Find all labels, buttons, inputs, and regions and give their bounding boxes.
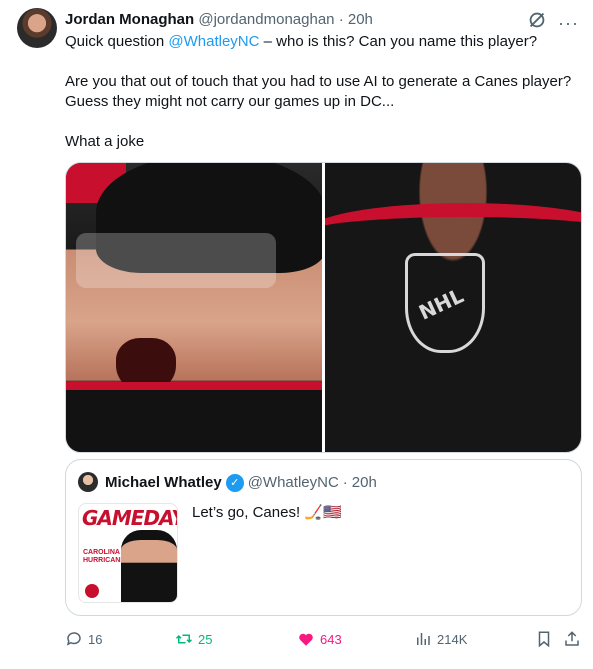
tweet-actions: 16 25 643 214K xyxy=(65,628,583,650)
mention-link[interactable]: @WhatleyNC xyxy=(168,33,259,50)
views-count: 214K xyxy=(437,631,468,647)
quote-header: Michael Whatley ✓ @WhatleyNC · 20h xyxy=(105,473,377,493)
quoted-tweet[interactable]: Michael Whatley ✓ @WhatleyNC · 20h GAMED… xyxy=(65,459,582,616)
retweet-button[interactable]: 25 xyxy=(175,628,212,650)
heart-icon xyxy=(299,633,313,646)
more-icon[interactable]: ··· xyxy=(558,13,579,33)
like-button[interactable]: 643 xyxy=(297,628,342,650)
media-image-nhl-logo[interactable] xyxy=(325,163,581,452)
share-icon xyxy=(565,631,579,646)
tweet-text-para3: What a joke xyxy=(65,133,145,150)
tweet-text-line1: Quick question @WhatleyNC – who is this?… xyxy=(65,32,585,52)
quote-text: Let’s go, Canes! 🏒🇺🇸 xyxy=(192,504,342,521)
quote-time: 20h xyxy=(351,474,377,491)
tweet-time[interactable]: 20h xyxy=(348,11,373,28)
reply-button[interactable]: 16 xyxy=(65,628,102,650)
media-image-player-face[interactable] xyxy=(66,163,322,452)
author-avatar[interactable] xyxy=(17,8,57,48)
retweet-icon xyxy=(175,634,193,644)
text-suffix: – who is this? Can you name this player? xyxy=(259,33,538,50)
thumb-title: GAMEDAY xyxy=(82,506,178,530)
author-name[interactable]: Jordan Monaghan xyxy=(65,11,194,28)
verified-icon: ✓ xyxy=(225,474,244,492)
author-handle[interactable]: @jordandmonaghan xyxy=(198,11,334,28)
tweet-header: Jordan Monaghan @jordandmonaghan · 20h xyxy=(65,10,373,30)
quote-separator-dot: · xyxy=(342,474,348,491)
views-button[interactable]: 214K xyxy=(414,628,467,650)
share-button[interactable] xyxy=(563,628,581,650)
tweet-media xyxy=(65,162,582,453)
quote-author-handle: @WhatleyNC xyxy=(247,474,339,491)
nhl-shield-icon xyxy=(405,253,485,353)
tweet-text-para2: Are you that out of touch that you had t… xyxy=(65,73,572,110)
reply-icon xyxy=(66,632,81,646)
like-count: 643 xyxy=(320,631,342,647)
bookmark-button[interactable] xyxy=(535,628,553,650)
views-icon xyxy=(417,633,430,645)
text-prefix: Quick question xyxy=(65,33,169,50)
quote-author-name: Michael Whatley xyxy=(105,474,222,491)
quote-author-avatar xyxy=(78,472,98,492)
quote-thumbnail: GAMEDAY CAROLINA HURRICANES xyxy=(78,503,178,603)
hurricanes-logo-icon xyxy=(85,584,99,598)
tweet-text: Quick question @WhatleyNC – who is this?… xyxy=(65,32,585,152)
reply-count: 16 xyxy=(88,631,103,647)
retweet-count: 25 xyxy=(198,631,213,647)
bookmark-icon xyxy=(538,631,550,648)
separator-dot: · xyxy=(338,11,344,28)
